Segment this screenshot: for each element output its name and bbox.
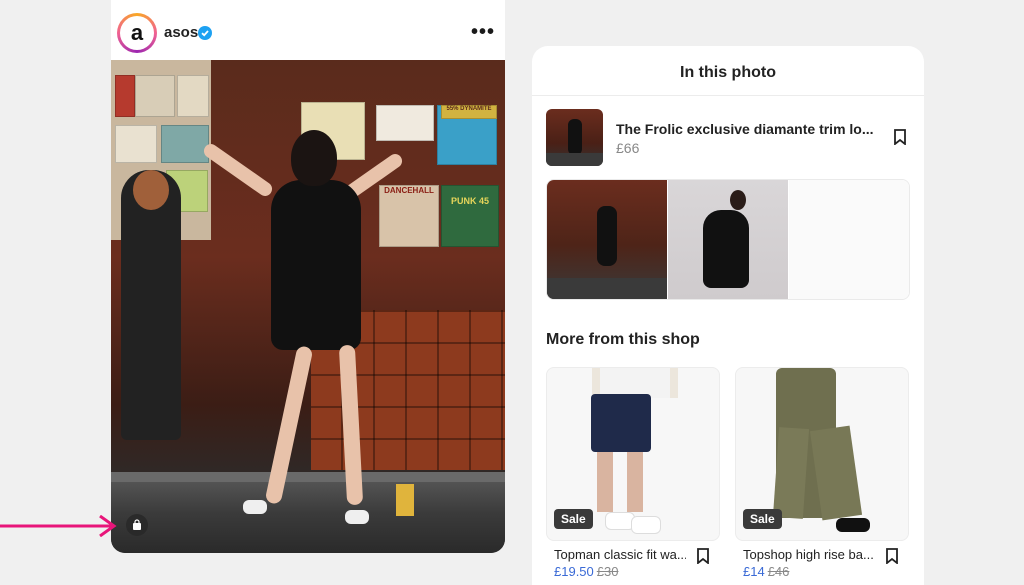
- product-gallery: [546, 179, 910, 300]
- username[interactable]: asos: [164, 24, 198, 41]
- in-this-photo-panel: In this photo The Frolic exclusive diama…: [532, 46, 924, 585]
- divider: [532, 95, 924, 96]
- gallery-image[interactable]: [547, 180, 667, 299]
- price-now: £19.50: [554, 564, 594, 579]
- avatar-letter: a: [122, 18, 152, 48]
- record-sign: PUNK 45: [450, 196, 489, 206]
- more-dots-icon[interactable]: •••: [471, 20, 495, 44]
- product-name[interactable]: Topman classic fit wa...: [554, 547, 686, 562]
- record-sign: DANCEHALL: [384, 186, 434, 195]
- pointer-arrow-icon: [0, 515, 117, 537]
- product-price: £19.50 £30: [554, 564, 618, 579]
- record-sign: 55% DYNAMITE: [446, 106, 492, 112]
- product-price: £14 £46: [743, 564, 789, 579]
- panel-title: In this photo: [680, 64, 776, 81]
- avatar[interactable]: a: [117, 13, 157, 53]
- post-card: a asos ••• DANCEHALL PUNK 45 55% DYNAMIT…: [111, 0, 505, 553]
- tagged-product-thumbnail[interactable]: [546, 109, 603, 166]
- tagged-product-name[interactable]: The Frolic exclusive diamante trim lo...: [616, 121, 878, 137]
- verified-badge-icon: [198, 26, 212, 40]
- sale-badge: Sale: [743, 509, 782, 529]
- product-name[interactable]: Topshop high rise ba...: [743, 547, 875, 562]
- price-now: £14: [743, 564, 765, 579]
- price-was: £30: [596, 564, 619, 579]
- shopping-bag-icon[interactable]: [126, 514, 148, 536]
- tagged-product-price: £66: [616, 140, 640, 156]
- product-card[interactable]: Sale Topman classic fit wa... £19.50 £30: [546, 367, 720, 585]
- post-header: a asos •••: [111, 0, 505, 60]
- gallery-image[interactable]: [668, 180, 788, 299]
- bookmark-icon[interactable]: [696, 548, 710, 564]
- bookmark-icon[interactable]: [885, 548, 899, 564]
- bookmark-icon[interactable]: [893, 129, 907, 145]
- section-title: More from this shop: [546, 331, 700, 348]
- sale-badge: Sale: [554, 509, 593, 529]
- price-was: £46: [767, 564, 790, 579]
- post-photo: DANCEHALL PUNK 45 55% DYNAMITE: [111, 60, 505, 553]
- product-card[interactable]: Sale Topshop high rise ba... £14 £46: [735, 367, 909, 585]
- tagged-product-row[interactable]: The Frolic exclusive diamante trim lo...…: [546, 109, 910, 167]
- gallery-image-empty: [789, 180, 909, 299]
